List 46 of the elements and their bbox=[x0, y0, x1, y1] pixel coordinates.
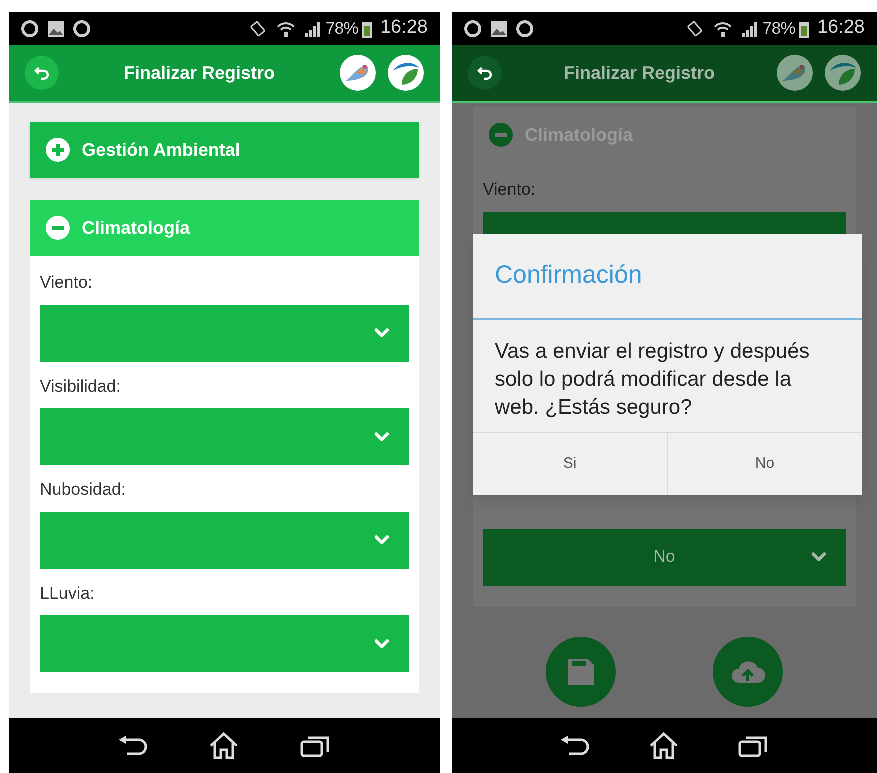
home-icon[interactable] bbox=[649, 732, 680, 760]
battery-icon bbox=[362, 20, 372, 38]
image-icon bbox=[47, 20, 65, 38]
image-icon bbox=[490, 20, 508, 38]
clock: 16:28 bbox=[380, 16, 428, 40]
undo-arrow-icon bbox=[477, 65, 493, 81]
section-header[interactable]: Gestión Ambiental bbox=[30, 122, 419, 178]
dialog-button[interactable]: Si bbox=[473, 433, 667, 495]
bird-icon bbox=[777, 55, 813, 91]
field-label: Viento: bbox=[40, 272, 94, 294]
signal-icon bbox=[740, 20, 759, 38]
dropdown[interactable]: No bbox=[483, 528, 846, 586]
dialog-button[interactable]: No bbox=[667, 433, 862, 495]
battery-icon bbox=[799, 20, 810, 38]
status-circle-icon bbox=[21, 20, 39, 38]
battery-percent: 78% bbox=[762, 18, 796, 40]
field-label: LLuvia: bbox=[40, 582, 96, 604]
back-icon[interactable] bbox=[119, 734, 150, 756]
status-circle-icon bbox=[73, 20, 91, 38]
dialog-title: Confirmación bbox=[473, 234, 862, 320]
undo-arrow-icon bbox=[34, 65, 50, 81]
cloud-upload-icon bbox=[731, 658, 766, 684]
vibrate-icon bbox=[684, 20, 705, 38]
plus-icon bbox=[46, 138, 70, 162]
battery-percent: 78% bbox=[326, 18, 358, 40]
field-label: Nubosidad: bbox=[40, 479, 128, 501]
wifi-icon bbox=[276, 20, 296, 38]
status-circle-icon bbox=[464, 20, 482, 38]
field-label: Viento: bbox=[483, 179, 537, 201]
dialog-message: Vas a enviar el registro y después solo lo podrá modificar desde la web. ¿Estás seguro? bbox=[494, 339, 811, 421]
vibrate-icon bbox=[248, 20, 268, 38]
leaf-icon bbox=[388, 55, 424, 91]
field-label: Visibilidad: bbox=[40, 376, 122, 398]
leaf-icon bbox=[825, 55, 861, 91]
minus-icon bbox=[489, 123, 513, 147]
bird-icon bbox=[340, 55, 376, 91]
back-button[interactable] bbox=[468, 56, 502, 90]
wifi-icon bbox=[712, 20, 733, 38]
screen-title: Finalizar Registro bbox=[122, 62, 276, 85]
clock: 16:28 bbox=[817, 16, 865, 40]
status-circle-icon bbox=[516, 20, 534, 38]
signal-icon bbox=[304, 20, 322, 38]
back-icon[interactable] bbox=[561, 734, 592, 756]
home-icon[interactable] bbox=[209, 732, 240, 760]
minus-icon bbox=[46, 216, 70, 240]
screen-title: Finalizar Registro bbox=[562, 62, 716, 85]
